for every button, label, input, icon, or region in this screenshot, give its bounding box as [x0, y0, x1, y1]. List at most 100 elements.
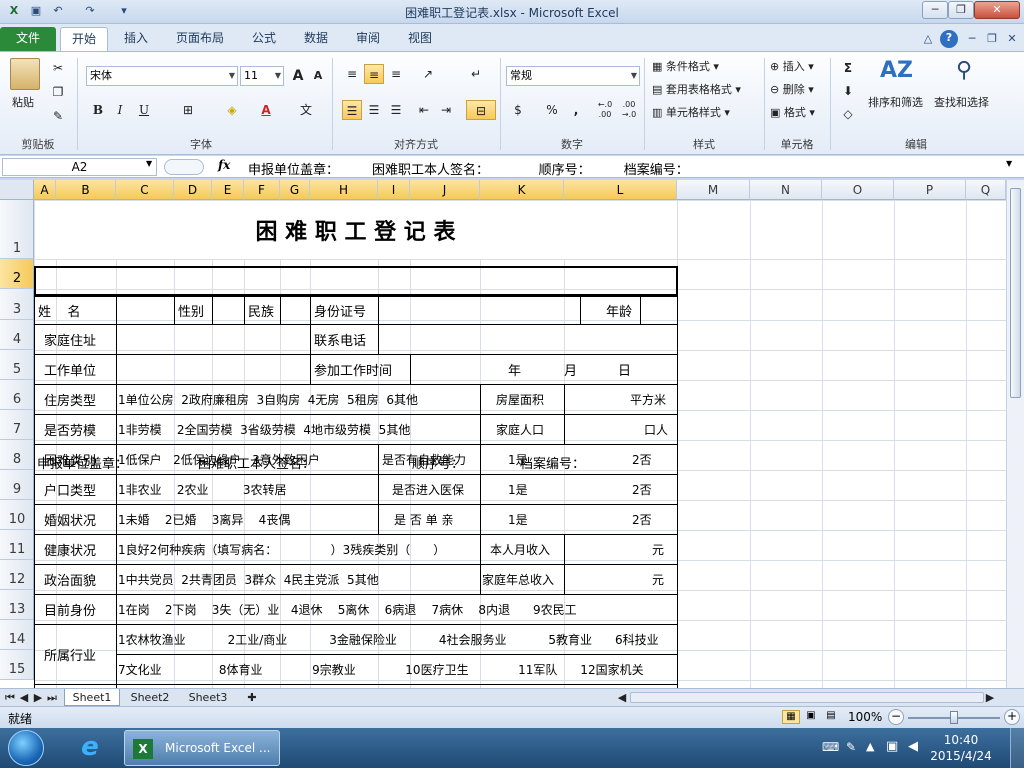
taskbar-excel-button[interactable]: X Microsoft Excel ... — [124, 730, 280, 766]
vertical-scrollbar[interactable] — [1006, 180, 1024, 688]
name-box[interactable]: A2 — [2, 158, 157, 176]
column-header-h[interactable]: H — [310, 180, 378, 200]
vertical-scroll-thumb[interactable] — [1010, 188, 1021, 398]
doc-close-icon[interactable]: ✕ — [1004, 31, 1020, 47]
insert-function-button[interactable]: fx — [218, 158, 230, 172]
format-cells-button[interactable]: ▣ 格式 ▾ — [770, 104, 815, 120]
row-header-6[interactable]: 6 — [0, 380, 34, 410]
minimize-button[interactable]: ─ — [922, 1, 948, 19]
insert-sheet-icon[interactable]: ✚ — [242, 689, 262, 706]
borders-icon[interactable]: ⊞ — [178, 100, 198, 120]
column-header-g[interactable]: G — [280, 180, 310, 200]
sheet-tab-2[interactable]: Sheet2 — [122, 689, 178, 706]
worksheet[interactable]: ABCDEFGHIJKLMNOPQ 1 2 3 4 5 6 7 8 9 10 11 12 13 14 15 … — [0, 180, 1024, 688]
row-header-10[interactable]: 10 — [0, 500, 34, 530]
insert-cells-button[interactable]: ⊕ 插入 ▾ — [770, 58, 814, 74]
formula-input[interactable]: 申报单位盖章： 困难职工本人签名： 顺序号： 档案编号： — [248, 159, 689, 178]
currency-icon[interactable]: $ — [508, 100, 528, 120]
tab-page-layout[interactable]: 页面布局 — [168, 27, 232, 51]
column-header-o[interactable]: O — [822, 180, 894, 200]
sort-filter-button[interactable]: 排序和筛选 — [868, 94, 923, 110]
page-break-view-icon[interactable]: ▤ — [822, 710, 840, 724]
sheet-tab-1[interactable]: Sheet1 — [64, 689, 120, 706]
align-left-icon[interactable]: ☰ — [342, 100, 362, 120]
number-format-select[interactable]: 常规 ▼ — [506, 66, 640, 86]
find-select-button[interactable]: 查找和选择 — [934, 94, 989, 110]
italic-button[interactable]: I — [110, 100, 130, 120]
binoculars-icon[interactable]: ⚲ — [948, 58, 980, 90]
clock-date[interactable]: 2015/4/24 — [930, 749, 992, 763]
text-orientation-icon[interactable]: ↗ — [418, 64, 438, 84]
format-painter-icon[interactable]: ✎ — [48, 106, 68, 126]
column-header-b[interactable]: B — [56, 180, 116, 200]
font-size-select[interactable]: 11 ▼ — [240, 66, 284, 86]
format-as-table-button[interactable]: ▤ 套用表格格式 ▾ — [652, 81, 741, 97]
copy-icon[interactable]: ❐ — [48, 82, 68, 102]
align-right-icon[interactable]: ☰ — [386, 100, 406, 120]
scroll-left-icon[interactable]: ◀ — [616, 689, 628, 706]
row-header-12[interactable]: 12 — [0, 560, 34, 590]
percent-button[interactable]: % — [542, 100, 562, 120]
tab-review[interactable]: 审阅 — [344, 27, 392, 51]
tab-formulas[interactable]: 公式 — [240, 27, 288, 51]
autosum-icon[interactable]: Σ — [838, 58, 858, 78]
zoom-level[interactable]: 100% — [848, 710, 882, 724]
row-header-3[interactable]: 3 — [0, 289, 34, 320]
row-header-1[interactable]: 1 — [0, 200, 34, 259]
last-sheet-icon[interactable]: ⏭ — [46, 689, 58, 706]
show-desktop-button[interactable] — [1010, 728, 1024, 768]
shrink-font-button[interactable]: A — [308, 66, 328, 86]
row-header-8[interactable]: 8 — [0, 440, 34, 470]
comma-button[interactable]: , — [566, 100, 586, 120]
chevron-down-icon[interactable]: ▼ — [146, 159, 152, 168]
increase-indent-icon[interactable]: ⇥ — [436, 100, 456, 120]
row-header-11[interactable]: 11 — [0, 530, 34, 560]
start-button[interactable] — [8, 730, 44, 766]
phonetic-icon[interactable]: 文 — [296, 100, 316, 120]
decrease-indent-icon[interactable]: ⇤ — [414, 100, 434, 120]
chevron-down-icon[interactable]: ▼ — [1006, 159, 1012, 168]
row-header-13[interactable]: 13 — [0, 590, 34, 620]
font-name-select[interactable]: 宋体 ▼ — [86, 66, 238, 86]
keyboard-icon[interactable]: ⌨ — [822, 740, 839, 754]
font-color-icon[interactable]: A — [256, 100, 276, 120]
scroll-right-icon[interactable]: ▶ — [984, 689, 996, 706]
zoom-in-button[interactable]: + — [1004, 709, 1020, 725]
align-middle-icon[interactable]: ≡ — [364, 64, 384, 84]
column-header-d[interactable]: D — [174, 180, 212, 200]
normal-view-icon[interactable]: ▦ — [782, 710, 800, 724]
column-header-c[interactable]: C — [116, 180, 174, 200]
column-header-f[interactable]: F — [244, 180, 280, 200]
increase-decimal-button[interactable]: ←.0 .00 — [594, 100, 616, 120]
ribbon-collapse-icon[interactable]: △ — [920, 31, 936, 47]
select-all-button[interactable] — [0, 180, 34, 200]
tab-insert[interactable]: 插入 — [112, 27, 160, 51]
tab-file[interactable]: 文件 — [0, 27, 56, 51]
column-header-p[interactable]: P — [894, 180, 966, 200]
bold-button[interactable]: B — [88, 100, 108, 120]
paste-button[interactable]: 粘贴 — [12, 94, 34, 110]
column-header-m[interactable]: M — [677, 180, 750, 200]
merge-center-icon[interactable]: ⊟ — [466, 100, 496, 120]
align-center-icon[interactable]: ☰ — [364, 100, 384, 120]
zoom-slider-thumb[interactable] — [950, 711, 958, 724]
row-header-4[interactable]: 4 — [0, 320, 34, 350]
column-header-a[interactable]: A — [34, 180, 56, 200]
cell-styles-button[interactable]: ▥ 单元格样式 ▾ — [652, 104, 730, 120]
formula-expand-handle[interactable] — [164, 159, 204, 175]
column-header-k[interactable]: K — [480, 180, 564, 200]
column-header-q[interactable]: Q — [966, 180, 1006, 200]
wrap-text-icon[interactable]: ↵ — [466, 64, 486, 84]
cut-icon[interactable]: ✂ — [48, 58, 68, 78]
next-sheet-icon[interactable]: ▶ — [32, 689, 44, 706]
align-top-icon[interactable]: ≡ — [342, 64, 362, 84]
doc-minimize-icon[interactable]: ─ — [964, 31, 980, 47]
ime-icon[interactable]: ✎ — [846, 740, 856, 754]
row-header-9[interactable]: 9 — [0, 470, 34, 500]
column-header-j[interactable]: J — [410, 180, 480, 200]
align-bottom-icon[interactable]: ≡ — [386, 64, 406, 84]
column-header-i[interactable]: I — [378, 180, 410, 200]
row-header-5[interactable]: 5 — [0, 350, 34, 380]
clock-time[interactable]: 10:40 — [936, 733, 986, 747]
delete-cells-button[interactable]: ⊖ 删除 ▾ — [770, 81, 814, 97]
